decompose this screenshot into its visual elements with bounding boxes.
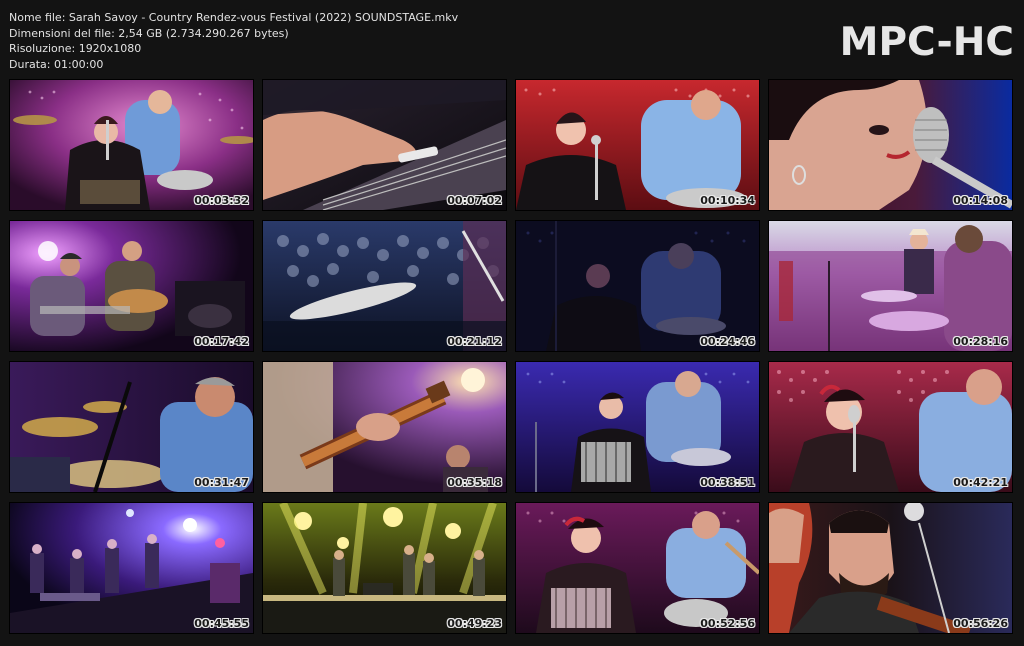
video-frame-image xyxy=(516,362,759,492)
video-frame-image xyxy=(516,221,759,351)
thumbnail-15[interactable]: 00:52:56 xyxy=(516,503,759,633)
timestamp-label: 00:31:47 xyxy=(194,476,249,489)
timestamp-label: 00:10:34 xyxy=(700,194,755,207)
video-frame-image xyxy=(769,503,1012,633)
video-frame-image xyxy=(769,221,1012,351)
thumbnail-8[interactable]: 00:28:16 xyxy=(769,221,1012,351)
timestamp-label: 00:28:16 xyxy=(953,335,1008,348)
thumbnail-13[interactable]: 00:45:55 xyxy=(10,503,253,633)
timestamp-label: 00:56:26 xyxy=(953,617,1008,630)
timestamp-label: 00:03:32 xyxy=(194,194,249,207)
timestamp-label: 00:38:51 xyxy=(700,476,755,489)
video-frame-image xyxy=(263,80,506,210)
thumbnail-2[interactable]: 00:07:02 xyxy=(263,80,506,210)
thumbnail-7[interactable]: 00:24:46 xyxy=(516,221,759,351)
timestamp-label: 00:42:21 xyxy=(953,476,1008,489)
video-frame-image xyxy=(263,362,506,492)
duration-line: Durata: 01:00:00 xyxy=(9,57,104,71)
thumbnail-4[interactable]: 00:14:08 xyxy=(769,80,1012,210)
video-frame-image xyxy=(10,221,253,351)
video-frame-image xyxy=(516,503,759,633)
video-frame-image xyxy=(10,362,253,492)
thumbnail-14[interactable]: 00:49:23 xyxy=(263,503,506,633)
timestamp-label: 00:07:02 xyxy=(447,194,502,207)
timestamp-label: 00:35:18 xyxy=(447,476,502,489)
thumbnail-11[interactable]: 00:38:51 xyxy=(516,362,759,492)
timestamp-label: 00:17:42 xyxy=(194,335,249,348)
resolution-line: Risoluzione: 1920x1080 xyxy=(9,42,142,55)
thumbnail-16[interactable]: 00:56:26 xyxy=(769,503,1012,633)
thumbnail-9[interactable]: 00:31:47 xyxy=(10,362,253,492)
thumbnail-10[interactable]: 00:35:18 xyxy=(263,362,506,492)
thumbnail-1[interactable]: 00:03:32 xyxy=(10,80,253,210)
video-frame-image xyxy=(263,221,506,351)
brand-logo: MPC-HC xyxy=(839,20,1014,65)
video-frame-image xyxy=(516,80,759,210)
timestamp-label: 00:21:12 xyxy=(447,335,502,348)
timestamp-label: 00:14:08 xyxy=(953,194,1008,207)
thumbnail-12[interactable]: 00:42:21 xyxy=(769,362,1012,492)
timestamp-label: 00:49:23 xyxy=(447,617,502,630)
file-name-line: Nome file: Sarah Savoy - Country Rendez-… xyxy=(9,11,459,24)
file-info-panel: Nome file: Sarah Savoy - Country Rendez-… xyxy=(9,10,458,72)
video-frame-image xyxy=(769,80,1012,210)
thumbnail-3[interactable]: 00:10:34 xyxy=(516,80,759,210)
video-frame-image xyxy=(769,362,1012,492)
thumbnail-grid: 00:03:32 00:07:02 00:10:34 00:14:08 00:1… xyxy=(10,80,1014,635)
video-frame-image xyxy=(10,503,253,633)
video-frame-image xyxy=(263,503,506,633)
file-size-line: Dimensioni del file: 2,54 GB (2.734.290.… xyxy=(9,26,289,40)
thumbnail-6[interactable]: 00:21:12 xyxy=(263,221,506,351)
timestamp-label: 00:52:56 xyxy=(700,617,755,630)
timestamp-label: 00:24:46 xyxy=(700,335,755,348)
timestamp-label: 00:45:55 xyxy=(194,617,249,630)
video-frame-image xyxy=(10,80,253,210)
thumbnail-5[interactable]: 00:17:42 xyxy=(10,221,253,351)
